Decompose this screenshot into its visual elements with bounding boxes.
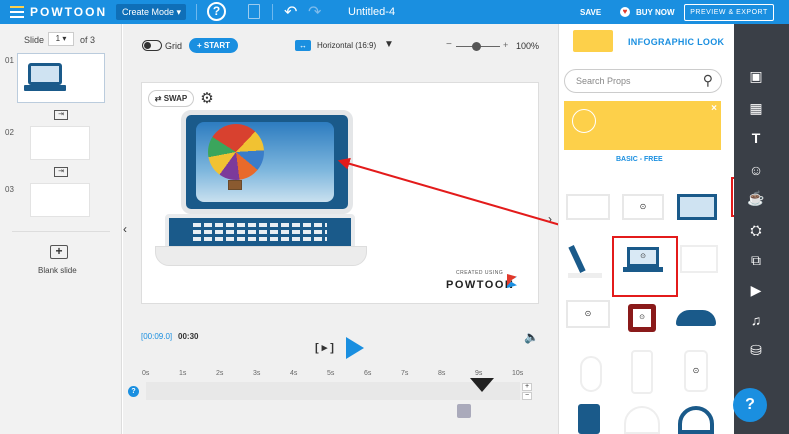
infographic-look-icon xyxy=(573,30,613,52)
search-icon[interactable]: ⚲ xyxy=(703,72,713,89)
timeline-playhead[interactable] xyxy=(470,378,494,392)
prop-headphones-blue[interactable] xyxy=(678,406,714,434)
timeline-item-icon[interactable] xyxy=(457,404,471,418)
tick-label: 5s xyxy=(327,370,335,377)
music-icon[interactable]: ♫ xyxy=(746,310,766,330)
prop-tablet-blue[interactable] xyxy=(578,404,600,434)
layout-icon[interactable]: ▣ xyxy=(746,66,766,86)
prop-screen[interactable]: ⊙ xyxy=(622,194,664,220)
prop-mouse-blue[interactable] xyxy=(676,310,716,326)
prop-monitor[interactable] xyxy=(566,194,610,220)
tick-label: 6s xyxy=(364,370,372,377)
search-props-input[interactable]: Search Props ⚲ xyxy=(564,69,722,93)
characters-icon[interactable]: ☺ xyxy=(746,160,766,180)
background-icon[interactable]: ▦ xyxy=(746,98,766,118)
video-icon[interactable]: ▶ xyxy=(746,280,766,300)
tick-label: 8s xyxy=(438,370,446,377)
prop-phone-white[interactable] xyxy=(631,350,653,394)
timeline-track[interactable] xyxy=(146,382,520,400)
timeline-zoom-in[interactable]: + xyxy=(522,383,532,391)
globe-icon xyxy=(572,109,596,133)
prop-desk-lamp[interactable] xyxy=(568,245,604,279)
prop-headphones-white[interactable] xyxy=(624,406,660,434)
transitions-icon[interactable]: ⛁ xyxy=(746,340,766,360)
prop-monitor-large[interactable] xyxy=(680,245,718,273)
prop-tv[interactable]: ⊙ xyxy=(566,300,610,328)
search-placeholder: Search Props xyxy=(576,76,631,86)
props-icon[interactable]: ☕ xyxy=(746,188,766,208)
look-label[interactable]: INFOGRAPHIC LOOK xyxy=(628,37,724,47)
time-total: 00:30 xyxy=(178,332,199,341)
tick-label: 0s xyxy=(142,370,150,377)
tick-label: 4s xyxy=(290,370,298,377)
shapes-icon[interactable]: ⛭ xyxy=(746,220,766,240)
play-button[interactable] xyxy=(346,337,364,359)
help-chat-button[interactable]: ? xyxy=(733,388,767,422)
text-icon[interactable]: T xyxy=(746,128,766,148)
images-icon[interactable]: ⧉ xyxy=(746,250,766,270)
tick-label: 9s xyxy=(475,370,483,377)
play-preview-label[interactable]: [ ▸ ] xyxy=(315,341,334,354)
timeline-help-icon[interactable]: ? xyxy=(128,386,139,397)
prop-mouse-white[interactable] xyxy=(580,356,602,392)
volume-icon[interactable]: 🔈 xyxy=(524,330,539,344)
prop-laptop-blue[interactable] xyxy=(677,194,717,220)
tick-label: 3s xyxy=(253,370,261,377)
tick-label: 2s xyxy=(216,370,224,377)
prop-red-tv[interactable]: ⊙ xyxy=(628,304,656,332)
highlight-prop-selection xyxy=(612,236,678,297)
prop-phone-screen[interactable]: ⊙ xyxy=(684,350,708,392)
banner-label: BASIC - FREE xyxy=(616,156,663,163)
tick-label: 7s xyxy=(401,370,409,377)
close-icon[interactable]: × xyxy=(711,103,717,114)
tick-label: 10s xyxy=(512,370,524,377)
time-current: [00:09.0] xyxy=(141,332,173,341)
basic-free-banner[interactable]: × xyxy=(564,101,721,150)
tick-label: 1s xyxy=(179,370,187,377)
timeline-zoom-out[interactable]: − xyxy=(522,392,532,400)
